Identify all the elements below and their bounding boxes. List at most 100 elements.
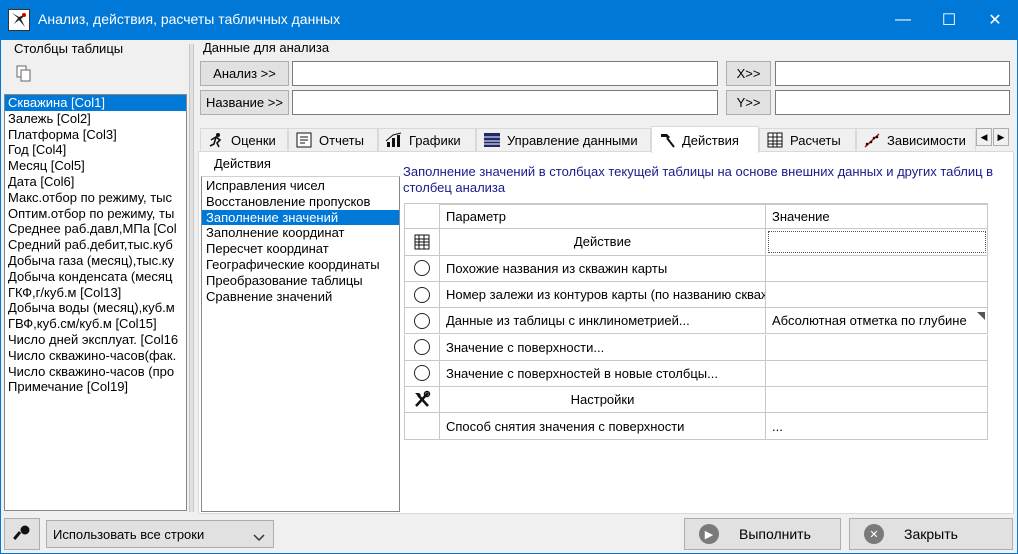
column-list-item[interactable]: Макс.отбор по режиму, тыс	[5, 190, 186, 206]
rows-option-select[interactable]: Использовать все строки	[46, 520, 274, 548]
column-list-item[interactable]: Средний раб.дебит,тыс.куб	[5, 237, 186, 253]
section-row-settings[interactable]: Настройки	[404, 387, 988, 414]
y-button[interactable]: Y>>	[726, 90, 771, 115]
radio-icon[interactable]	[404, 334, 440, 360]
play-icon: ▶	[699, 524, 719, 544]
x-button[interactable]: X>>	[726, 61, 771, 86]
setting-row[interactable]: Способ снятия значения с поверхности...	[404, 413, 988, 440]
key-icon[interactable]	[4, 518, 40, 550]
value-cell[interactable]	[766, 255, 988, 281]
column-list-item[interactable]: ГКФ,г/куб.м [Col13]	[5, 285, 186, 301]
option-row[interactable]: Номер залежи из контуров карты (по назва…	[404, 281, 988, 309]
run-button[interactable]: ▶ Выполнить	[684, 518, 841, 550]
run-button-label: Выполнить	[739, 526, 811, 542]
option-row[interactable]: Данные из таблицы с инклинометрией... Абс…	[404, 308, 988, 335]
column-list-item[interactable]: Скважина [Col1]	[5, 95, 186, 111]
action-list-item[interactable]: Заполнение координат	[202, 225, 399, 241]
column-list-item[interactable]: Месяц [Col5]	[5, 158, 186, 174]
action-list-item[interactable]: Исправления чисел	[202, 178, 399, 194]
columns-list[interactable]: Скважина [Col1] Залежь [Col2] Платформа [C…	[4, 94, 187, 511]
analysis-button[interactable]: Анализ >>	[200, 61, 289, 86]
radio-icon[interactable]	[404, 360, 440, 387]
minimize-button[interactable]: —	[880, 0, 926, 40]
close-button-label: Закрыть	[904, 526, 958, 542]
column-list-item[interactable]: Число скважино-часов (про	[5, 364, 186, 380]
tab-report[interactable]: Отчеты	[288, 128, 378, 151]
radio-icon[interactable]	[404, 281, 440, 308]
report-icon	[295, 132, 313, 148]
column-list-item[interactable]: Добыча конденсата (месяц	[5, 269, 186, 285]
tab-scroll-right-icon[interactable]: ▶	[993, 128, 1009, 146]
copy-icon[interactable]	[14, 64, 36, 86]
radio-icon[interactable]	[404, 308, 440, 334]
maximize-button[interactable]: ☐	[926, 0, 972, 40]
chevron-down-icon	[253, 530, 265, 545]
option-row[interactable]: Значение с поверхностей в новые столбцы.…	[404, 360, 988, 388]
column-list-item[interactable]: Оптим.отбор по режиму, ты	[5, 206, 186, 222]
actions-caption: Действия	[212, 156, 273, 171]
option-row[interactable]: Похожие названия из скважин карты	[404, 255, 988, 282]
option-row[interactable]: Значение с поверхности...	[404, 334, 988, 361]
tab-chart[interactable]: Графики	[378, 128, 476, 151]
name-field[interactable]	[292, 90, 718, 115]
action-list-item[interactable]: Заполнение значений	[202, 209, 399, 226]
section-title: Действие	[440, 229, 766, 255]
x-field[interactable]	[775, 61, 1010, 86]
action-list-item[interactable]: Географические координаты	[202, 257, 399, 273]
calculator-icon	[404, 229, 440, 255]
tab-label: Отчеты	[319, 132, 364, 148]
value-cell[interactable]	[766, 281, 988, 308]
value-cell[interactable]	[766, 360, 988, 387]
rows-option-label: Использовать все строки	[53, 526, 205, 542]
tab-runner[interactable]: Оценки	[200, 128, 288, 151]
parameters-grid[interactable]: Параметр Значение Действие Похожие названия…	[404, 203, 988, 440]
close-window-button[interactable]: ✕	[972, 0, 1018, 40]
tab-label: Управление данными	[507, 132, 638, 148]
column-list-item[interactable]: Дата [Col6]	[5, 174, 186, 190]
close-button[interactable]: ✕ Закрыть	[849, 518, 1013, 550]
actions-list[interactable]: Исправления чисел Восстановление пропуско…	[201, 176, 400, 512]
column-list-item[interactable]: Примечание [Col19]	[5, 379, 186, 395]
tab-strip: Оценки Отчеты Графики Управление данными Дей…	[200, 126, 1014, 153]
value-cell[interactable]	[766, 387, 988, 413]
tab-scroll-left-icon[interactable]: ◀	[976, 128, 992, 146]
data-caption: Данные для анализа	[203, 40, 330, 55]
action-list-item[interactable]: Сравнение значений	[202, 289, 399, 305]
column-list-item[interactable]: Платформа [Col3]	[5, 127, 186, 143]
dropdown-corner-icon	[977, 312, 985, 321]
column-list-item[interactable]: Число скважино-часов(фак.	[5, 348, 186, 364]
value-cell[interactable]: ...	[766, 413, 988, 439]
tab-table[interactable]: Управление данными	[476, 128, 651, 151]
value-cell[interactable]	[766, 229, 988, 255]
action-list-item[interactable]: Восстановление пропусков	[202, 194, 399, 210]
grid-header-row[interactable]: Параметр Значение	[404, 203, 988, 230]
radio-icon[interactable]	[404, 255, 440, 281]
tab-label: Зависимости	[887, 132, 966, 148]
column-list-item[interactable]: Залежь [Col2]	[5, 111, 186, 127]
tools-icon	[404, 387, 440, 413]
column-list-item[interactable]: Среднее раб.давл,МПа [Col	[5, 221, 186, 237]
name-button[interactable]: Название >>	[200, 90, 289, 115]
hammer-icon	[658, 132, 676, 148]
param-cell: Номер залежи из контуров карты (по назва…	[440, 281, 766, 308]
section-row-action[interactable]: Действие	[404, 229, 988, 256]
column-list-item[interactable]: Число дней эксплуат. [Col16	[5, 332, 186, 348]
y-field[interactable]	[775, 90, 1010, 115]
tab-scatter[interactable]: Зависимости	[856, 128, 976, 151]
column-list-item[interactable]: ГВФ,куб.см/куб.м [Col15]	[5, 316, 186, 332]
action-list-item[interactable]: Преобразование таблицы	[202, 273, 399, 289]
tab-grid[interactable]: Расчеты	[759, 128, 856, 151]
value-cell[interactable]	[766, 334, 988, 360]
value-header: Значение	[766, 204, 988, 229]
action-list-item[interactable]: Пересчет координат	[202, 241, 399, 257]
panel-splitter[interactable]	[189, 44, 194, 512]
scatter-icon	[863, 132, 881, 148]
analysis-field[interactable]	[292, 61, 718, 86]
column-list-item[interactable]: Добыча газа (месяц),тыс.ку	[5, 253, 186, 269]
header-corner	[404, 204, 440, 229]
tab-hammer[interactable]: Действия	[651, 126, 759, 153]
column-list-item[interactable]: Год [Col4]	[5, 142, 186, 158]
runner-icon	[207, 132, 225, 148]
column-list-item[interactable]: Добыча воды (месяц),куб.м	[5, 300, 186, 316]
value-cell[interactable]: Абсолютная отметка по глубине	[766, 308, 988, 334]
